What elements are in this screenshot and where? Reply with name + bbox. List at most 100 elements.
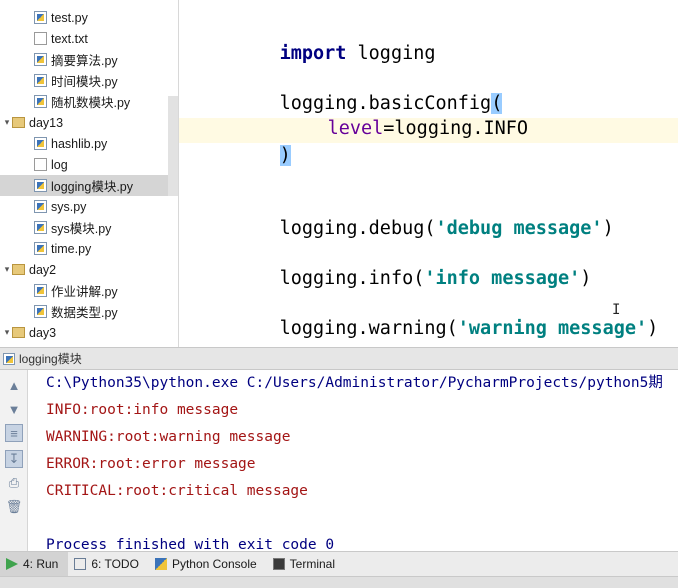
folder-icon — [12, 117, 25, 128]
tree-item-label: 时间模块.py — [51, 75, 118, 89]
todo-icon — [74, 558, 87, 570]
run-icon — [6, 558, 18, 570]
python-file-icon — [34, 242, 47, 255]
print-icon[interactable]: ⎙ — [5, 474, 23, 492]
kwarg-value: =logging.INFO — [383, 118, 529, 139]
run-toolbar: ▲ ▼ ≡ ↧ ⎙ 🗑 — [0, 370, 28, 551]
text-file-icon — [34, 32, 47, 45]
console-line: INFO:root:info message — [46, 402, 239, 418]
tree-file[interactable]: log — [0, 154, 178, 175]
keyword-import: import — [279, 43, 347, 64]
module-name: logging — [346, 43, 436, 64]
tree-item-label: 摘要算法.py — [51, 54, 118, 68]
tree-item-label: day13 — [29, 115, 64, 130]
tree-file[interactable]: 数据类型.py — [0, 301, 178, 322]
tree-file[interactable]: test.py — [0, 7, 178, 28]
tool-window-bar: 4: Run 6: TODO Python Console Terminal — [0, 551, 678, 577]
tree-file[interactable]: 作业讲解.py — [0, 280, 178, 301]
tree-file[interactable]: sys模块.py — [0, 217, 178, 238]
debug-call: logging.debug( — [279, 218, 436, 239]
run-config-title: logging模块 — [19, 352, 82, 366]
console-line: C:\Python35\python.exe C:/Users/Administ… — [46, 375, 663, 391]
tree-item-label: day2 — [29, 262, 57, 277]
python-file-icon — [34, 284, 47, 297]
code-line-import: import logging — [235, 16, 436, 64]
python-file-icon — [34, 53, 47, 66]
console-line: ERROR:root:error message — [46, 456, 256, 472]
tree-folder[interactable]: ▾ day13 — [0, 112, 170, 133]
arrow-down-icon[interactable]: ▼ — [5, 400, 23, 418]
debug-string: 'debug message' — [435, 218, 603, 239]
python-file-icon — [34, 221, 47, 234]
tree-file[interactable]: 时间模块.py — [0, 70, 178, 91]
scroll-to-end-icon[interactable]: ↧ — [5, 450, 23, 468]
tree-item-label: 数据类型.py — [51, 306, 118, 320]
info-close: ) — [580, 268, 592, 289]
python-file-icon — [34, 179, 47, 192]
chevron-down-icon[interactable]: ▾ — [2, 264, 12, 275]
info-call: logging.info( — [279, 268, 425, 289]
chevron-down-icon[interactable]: ▾ — [2, 117, 12, 128]
soft-wrap-icon[interactable]: ≡ — [5, 424, 23, 442]
tree-item-label: 随机数模块.py — [51, 96, 131, 110]
tab-run[interactable]: 4: Run — [0, 551, 69, 577]
code-editor[interactable]: import logging logging.basicConfig( leve… — [179, 0, 678, 347]
code-line-level: level=logging.INFO — [283, 91, 529, 139]
tree-item-label: day3 — [29, 325, 57, 340]
paren-close-highlight: ) — [279, 145, 291, 166]
chevron-down-icon[interactable]: ▾ — [2, 327, 12, 338]
tree-item-label: sys模块.py — [51, 222, 112, 236]
tab-python-console-label: Python Console — [171, 557, 257, 571]
code-line-info: logging.info('info message') — [235, 241, 592, 289]
status-bar — [0, 576, 678, 588]
console-line: Process finished with exit code 0 — [46, 537, 335, 551]
tree-item-label: text.txt — [51, 31, 88, 46]
tree-item-label: time.py — [51, 241, 92, 256]
tab-run-label: 4: Run — [23, 557, 59, 571]
python-file-icon — [3, 352, 15, 365]
tree-folder[interactable]: ▾ day2 — [0, 259, 170, 280]
tree-item-label: hashlib.py — [51, 136, 108, 151]
kwarg-level: level — [327, 118, 384, 139]
tab-python-console[interactable]: Python Console — [149, 552, 267, 577]
tab-terminal[interactable]: Terminal — [267, 552, 345, 577]
project-tree-scrollbar[interactable] — [168, 96, 178, 196]
tree-file[interactable]: text.txt — [0, 28, 178, 49]
warning-close: ) — [647, 318, 659, 339]
code-line-basicconfig: logging.basicConfig( — [235, 66, 503, 114]
folder-icon — [12, 264, 25, 275]
tree-item-label: test.py — [51, 10, 88, 25]
python-file-icon — [34, 95, 47, 108]
text-file-icon — [34, 158, 47, 171]
warning-call: logging.warning( — [279, 318, 458, 339]
python-file-icon — [34, 11, 47, 24]
tree-folder[interactable]: ▾ day3 — [0, 322, 170, 343]
trash-icon[interactable]: 🗑 — [5, 498, 23, 516]
run-panel-header: logging模块 — [0, 347, 678, 370]
code-line-warning: logging.warning('warning message') — [235, 291, 659, 339]
tree-item-label: logging模块.py — [51, 180, 133, 194]
text-cursor-icon: I — [612, 302, 621, 318]
run-console-output[interactable]: C:\Python35\python.exe C:/Users/Administ… — [28, 370, 678, 551]
info-string: 'info message' — [424, 268, 581, 289]
tree-file[interactable]: time.py — [0, 238, 178, 259]
python-file-icon — [34, 305, 47, 318]
console-line: CRITICAL:root:critical message — [46, 483, 308, 499]
tree-file[interactable]: logging模块.py — [0, 175, 178, 196]
arrow-up-icon[interactable]: ▲ — [5, 376, 23, 394]
tab-terminal-label: Terminal — [289, 557, 336, 571]
tree-item-label: 作业讲解.py — [51, 285, 118, 299]
tree-file[interactable]: 摘要算法.py — [0, 49, 178, 70]
tree-file[interactable]: hashlib.py — [0, 133, 178, 154]
debug-close: ) — [602, 218, 614, 239]
tab-todo-label: 6: TODO — [91, 557, 139, 571]
warning-string: 'warning message' — [457, 318, 648, 339]
tree-file[interactable]: 随机数模块.py — [0, 91, 178, 112]
tree-item-label: log — [51, 157, 68, 172]
python-file-icon — [34, 137, 47, 150]
tab-todo[interactable]: 6: TODO — [68, 552, 149, 577]
folder-icon — [12, 327, 25, 338]
python-console-icon — [154, 558, 167, 570]
tree-file[interactable]: sys.py — [0, 196, 178, 217]
terminal-icon — [272, 558, 285, 570]
